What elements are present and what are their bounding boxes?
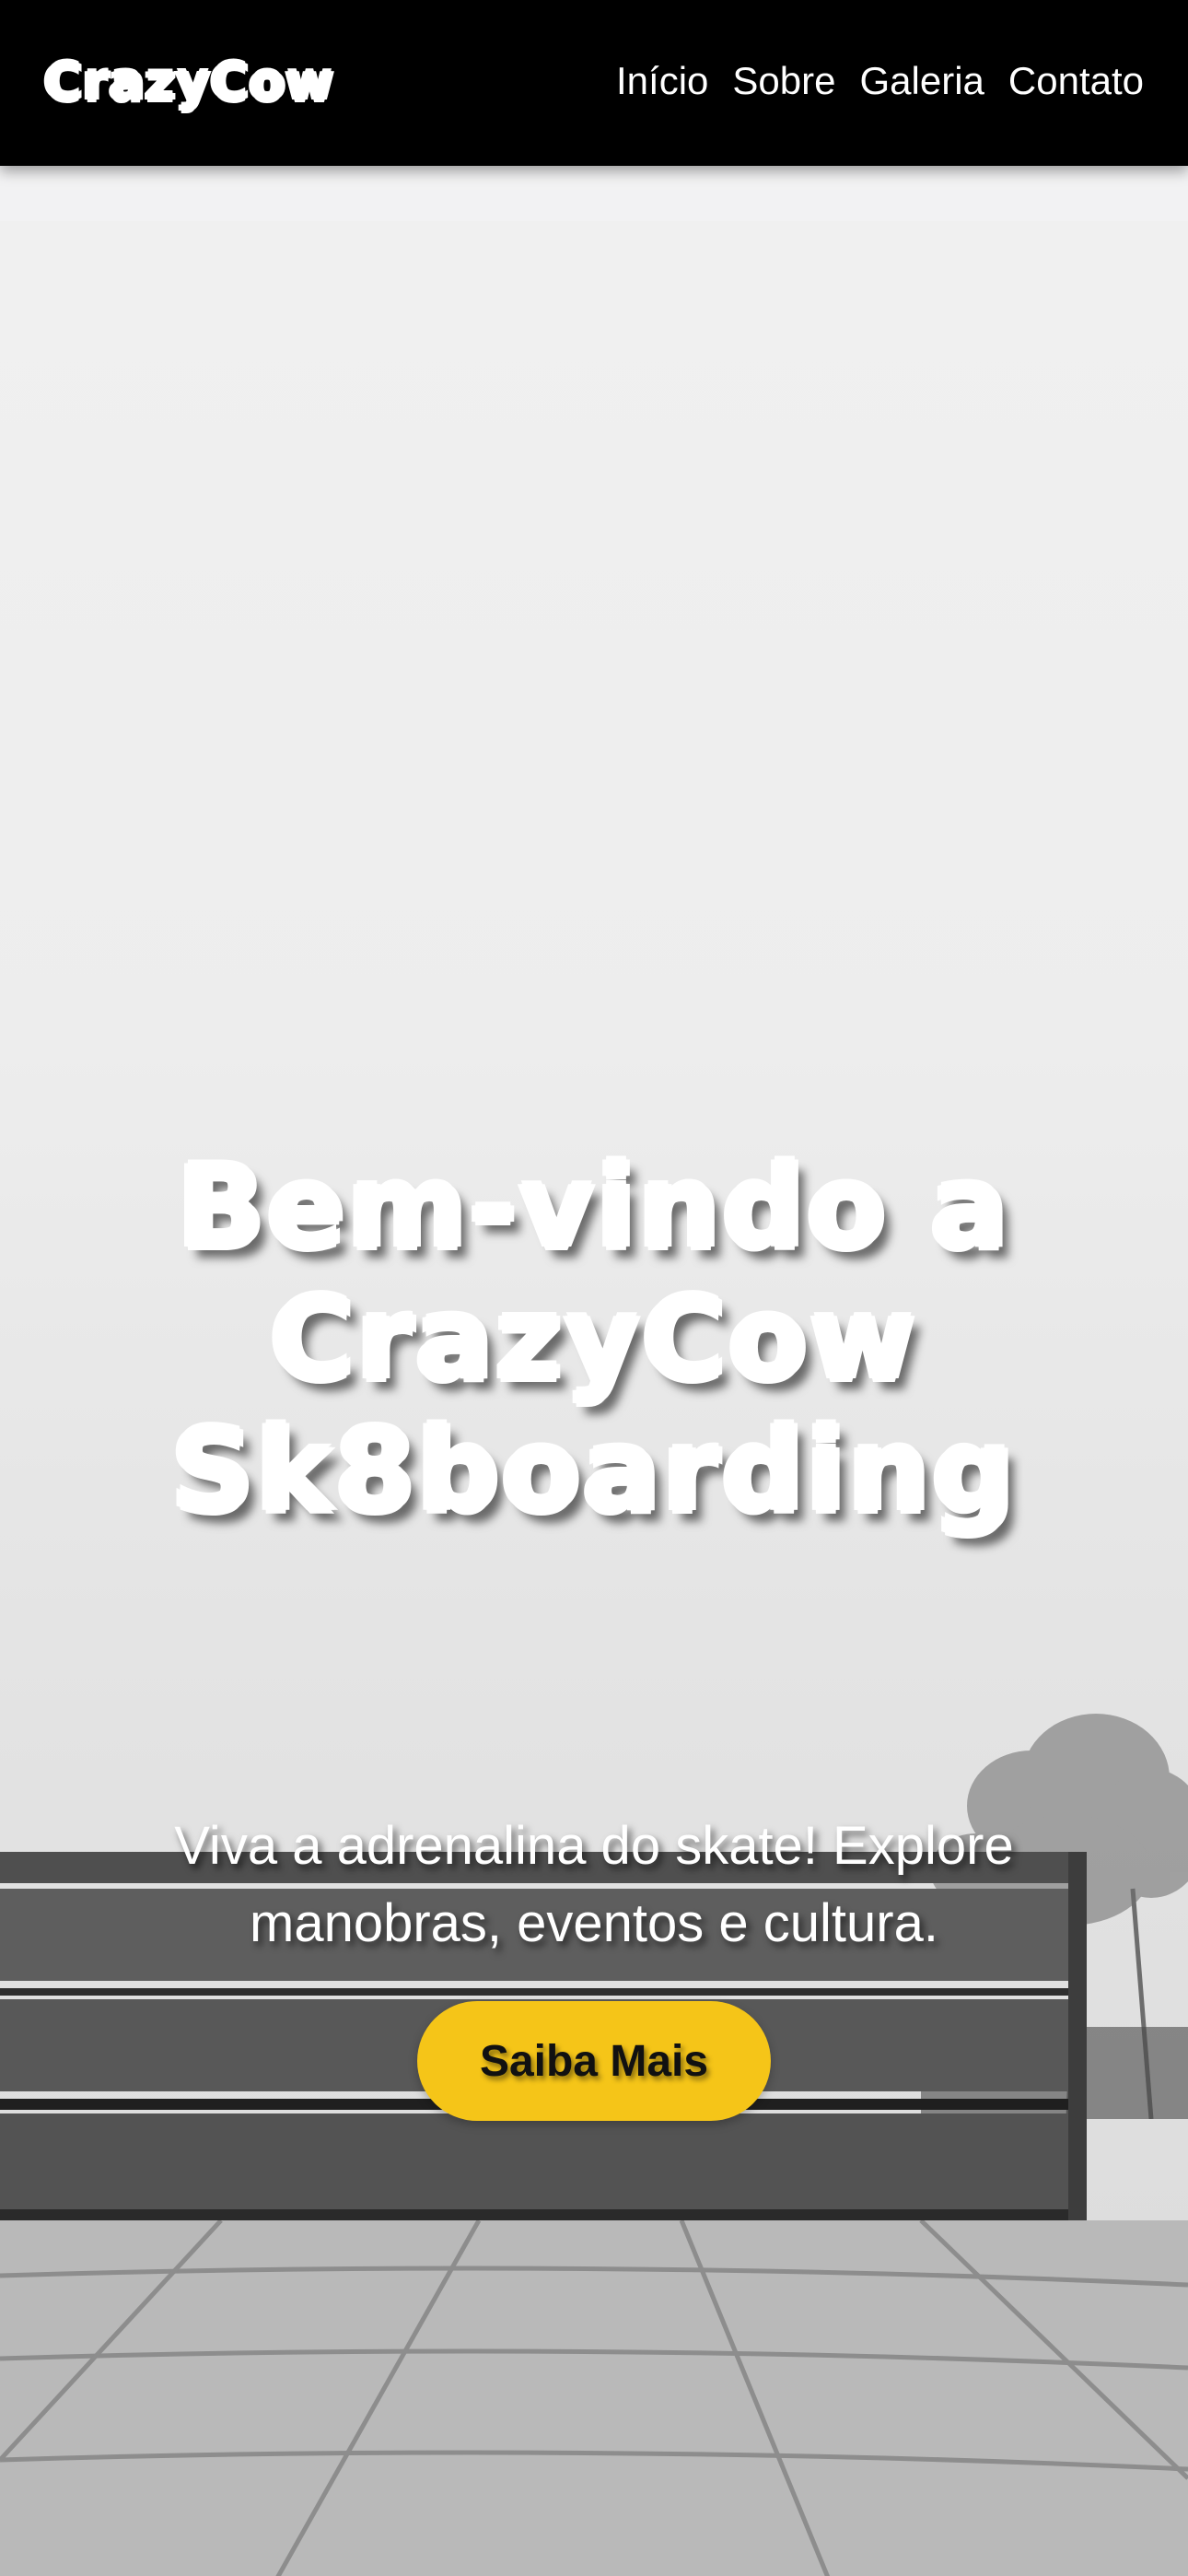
site-logo[interactable]: CrazyCow	[44, 46, 334, 120]
main-nav: Início Sobre Galeria Contato	[592, 52, 1144, 111]
hero-subtitle: Viva a adrenalina do skate! Explore mano…	[129, 1808, 1059, 1962]
nav-link-contato[interactable]: Contato	[1008, 52, 1144, 111]
hero-title-line: Bem-vindo a	[177, 1142, 1011, 1274]
header-spacer	[0, 166, 1188, 221]
hero-title-line: CrazyCow	[270, 1273, 918, 1406]
site-header: CrazyCow Início Sobre Galeria Contato	[0, 0, 1188, 166]
hero-subtitle-line: manobras, eventos e cultura.	[250, 1893, 938, 1953]
hero-section: Bem-vindo a CrazyCow Sk8boarding Viva a …	[0, 221, 1188, 2576]
hero-title-line: Sk8boarding	[170, 1405, 1018, 1538]
nav-link-galeria[interactable]: Galeria	[859, 52, 984, 111]
saiba-mais-button[interactable]: Saiba Mais	[417, 2001, 771, 2121]
nav-link-inicio[interactable]: Início	[616, 52, 708, 111]
hero-subtitle-line: Viva a adrenalina do skate! Explore	[174, 1816, 1014, 1876]
hero-title: Bem-vindo a CrazyCow Sk8boarding	[87, 1142, 1101, 1538]
nav-link-sobre[interactable]: Sobre	[732, 52, 835, 111]
pavement-image	[0, 2220, 1188, 2576]
